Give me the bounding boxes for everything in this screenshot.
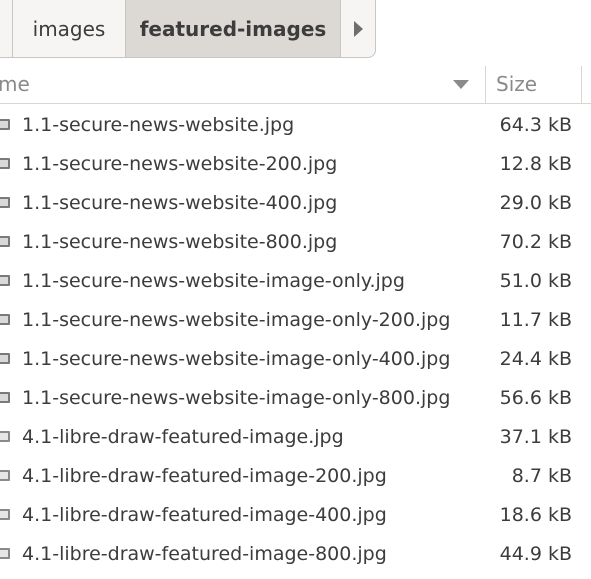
file-name: 1.1-secure-news-website-image-only.jpg xyxy=(22,270,405,292)
image-file-icon xyxy=(0,470,10,481)
breadcrumb-images[interactable]: images xyxy=(12,0,126,58)
path-bar-forward-button[interactable] xyxy=(340,0,376,58)
file-name: 1.1-secure-news-website-image-only-200.j… xyxy=(22,309,451,331)
file-size: 24.4 kB xyxy=(499,348,572,370)
column-header-name-label: me xyxy=(0,72,30,96)
image-file-icon xyxy=(0,197,10,208)
file-name: 1.1-secure-news-website-200.jpg xyxy=(22,153,338,175)
file-row[interactable]: 1.1-secure-news-website.jpg 64.3 kB xyxy=(0,106,591,145)
file-name: 4.1-libre-draw-featured-image.jpg xyxy=(22,426,344,448)
file-size: 70.2 kB xyxy=(499,231,572,253)
path-bar: images featured-images xyxy=(0,0,591,66)
column-header-size[interactable]: Size xyxy=(487,66,582,103)
file-size: 11.7 kB xyxy=(499,309,572,331)
arrow-right-icon xyxy=(353,20,363,37)
file-row[interactable]: 1.1-secure-news-website-image-only-200.j… xyxy=(0,301,591,340)
image-file-icon xyxy=(0,314,10,325)
file-name: 1.1-secure-news-website-800.jpg xyxy=(22,231,338,253)
file-row[interactable]: 1.1-secure-news-website-image-only-800.j… xyxy=(0,379,591,418)
file-name: 1.1-secure-news-website-400.jpg xyxy=(22,192,338,214)
breadcrumb-featured-images[interactable]: featured-images xyxy=(125,0,341,58)
image-file-icon xyxy=(0,236,10,247)
file-name: 1.1-secure-news-website-image-only-800.j… xyxy=(22,387,451,409)
file-row[interactable]: 1.1-secure-news-website-800.jpg 70.2 kB xyxy=(0,223,591,262)
breadcrumb-featured-images-label: featured-images xyxy=(139,16,327,41)
file-list: 1.1-secure-news-website.jpg 64.3 kB 1.1-… xyxy=(0,106,591,574)
file-row[interactable]: 1.1-secure-news-website-200.jpg 12.8 kB xyxy=(0,145,591,184)
column-header-name[interactable]: me xyxy=(0,66,486,103)
file-size: 51.0 kB xyxy=(499,270,572,292)
file-size: 18.6 kB xyxy=(499,504,572,526)
file-size: 37.1 kB xyxy=(499,426,572,448)
file-name: 1.1-secure-news-website.jpg xyxy=(22,114,295,136)
file-size: 29.0 kB xyxy=(499,192,572,214)
image-file-icon xyxy=(0,431,10,442)
image-file-icon xyxy=(0,392,10,403)
file-size: 44.9 kB xyxy=(499,543,572,565)
file-row[interactable]: 4.1-libre-draw-featured-image-400.jpg 18… xyxy=(0,496,591,535)
path-bar-back-crumb[interactable] xyxy=(0,0,12,58)
file-name: 4.1-libre-draw-featured-image-400.jpg xyxy=(22,504,387,526)
file-row[interactable]: 1.1-secure-news-website-400.jpg 29.0 kB xyxy=(0,184,591,223)
file-name: 4.1-libre-draw-featured-image-200.jpg xyxy=(22,465,387,487)
image-file-icon xyxy=(0,158,10,169)
file-row[interactable]: 1.1-secure-news-website-image-only.jpg 5… xyxy=(0,262,591,301)
image-file-icon xyxy=(0,353,10,364)
file-row[interactable]: 4.1-libre-draw-featured-image-800.jpg 44… xyxy=(0,535,591,574)
sort-descending-icon xyxy=(453,80,469,89)
file-name: 1.1-secure-news-website-image-only-400.j… xyxy=(22,348,451,370)
image-file-icon xyxy=(0,548,10,559)
image-file-icon xyxy=(0,119,10,130)
file-row[interactable]: 4.1-libre-draw-featured-image-200.jpg 8.… xyxy=(0,457,591,496)
breadcrumb-images-label: images xyxy=(32,16,106,41)
image-file-icon xyxy=(0,275,10,286)
file-row[interactable]: 4.1-libre-draw-featured-image.jpg 37.1 k… xyxy=(0,418,591,457)
file-row[interactable]: 1.1-secure-news-website-image-only-400.j… xyxy=(0,340,591,379)
file-name: 4.1-libre-draw-featured-image-800.jpg xyxy=(22,543,387,565)
column-header-size-label: Size xyxy=(496,72,538,96)
image-file-icon xyxy=(0,509,10,520)
file-size: 8.7 kB xyxy=(511,465,572,487)
file-size: 12.8 kB xyxy=(499,153,572,175)
file-size: 64.3 kB xyxy=(499,114,572,136)
file-size: 56.6 kB xyxy=(499,387,572,409)
column-header-bar: me Size xyxy=(0,66,591,104)
